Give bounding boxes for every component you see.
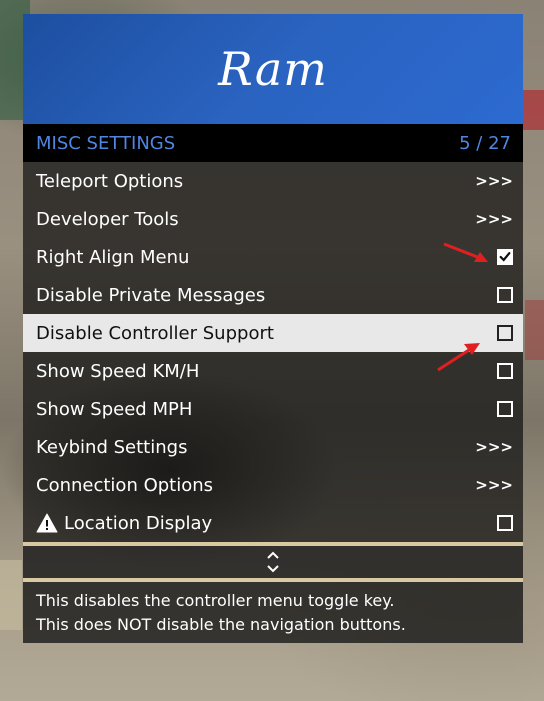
menu-header: Ram xyxy=(23,14,523,124)
menu-item-label: Keybind Settings xyxy=(36,436,188,458)
warning-icon xyxy=(36,513,58,533)
menu-item-show-speed-mph[interactable]: Show Speed MPH xyxy=(23,390,523,428)
menu-item-label: Right Align Menu xyxy=(36,246,190,268)
menu-subheader: MISC SETTINGS 5 / 27 xyxy=(23,124,523,162)
menu-item-show-speed-kmh[interactable]: Show Speed KM/H xyxy=(23,352,523,390)
description-line: This does NOT disable the navigation but… xyxy=(36,615,406,634)
menu-item-teleport-options[interactable]: Teleport Options >>> xyxy=(23,162,523,200)
checkbox-checked[interactable] xyxy=(497,249,513,265)
checkbox[interactable] xyxy=(497,401,513,417)
menu-item-label: Disable Controller Support xyxy=(36,322,274,344)
menu-item-label: Show Speed KM/H xyxy=(36,360,200,382)
section-title: MISC SETTINGS xyxy=(36,132,176,154)
item-description: This disables the controller menu toggle… xyxy=(23,582,523,643)
submenu-arrows-icon: >>> xyxy=(475,172,513,190)
submenu-arrows-icon: >>> xyxy=(475,438,513,456)
menu-item-label: Show Speed MPH xyxy=(36,398,193,420)
menu-item-connection-options[interactable]: Connection Options >>> xyxy=(23,466,523,504)
menu-item-left: Location Display xyxy=(36,513,212,534)
menu-item-label: Location Display xyxy=(64,512,213,534)
checkmark-icon xyxy=(499,252,511,262)
checkbox[interactable] xyxy=(497,287,513,303)
menu-item-disable-controller-support[interactable]: Disable Controller Support xyxy=(23,314,523,352)
menu-items: Teleport Options >>> Developer Tools >>>… xyxy=(23,162,523,542)
menu-item-location-display[interactable]: Location Display xyxy=(23,504,523,542)
submenu-arrows-icon: >>> xyxy=(475,476,513,494)
menu-item-label: Developer Tools xyxy=(36,208,179,230)
menu-item-label: Connection Options xyxy=(36,474,214,496)
checkbox[interactable] xyxy=(497,363,513,379)
submenu-arrows-icon: >>> xyxy=(475,210,513,228)
menu-item-label: Disable Private Messages xyxy=(36,284,266,306)
menu-item-right-align-menu[interactable]: Right Align Menu xyxy=(23,238,523,276)
checkbox[interactable] xyxy=(497,325,513,341)
menu-item-disable-private-messages[interactable]: Disable Private Messages xyxy=(23,276,523,314)
scroll-indicator[interactable] xyxy=(23,546,523,578)
item-position: 5 / 27 xyxy=(459,132,511,154)
menu-item-developer-tools[interactable]: Developer Tools >>> xyxy=(23,200,523,238)
description-line: This disables the controller menu toggle… xyxy=(36,591,395,610)
checkbox[interactable] xyxy=(497,515,513,531)
menu-title: Ram xyxy=(218,42,328,96)
chevron-up-down-icon xyxy=(267,551,279,573)
mod-menu: Ram MISC SETTINGS 5 / 27 Teleport Option… xyxy=(23,14,523,643)
menu-item-keybind-settings[interactable]: Keybind Settings >>> xyxy=(23,428,523,466)
menu-item-label: Teleport Options xyxy=(36,170,184,192)
